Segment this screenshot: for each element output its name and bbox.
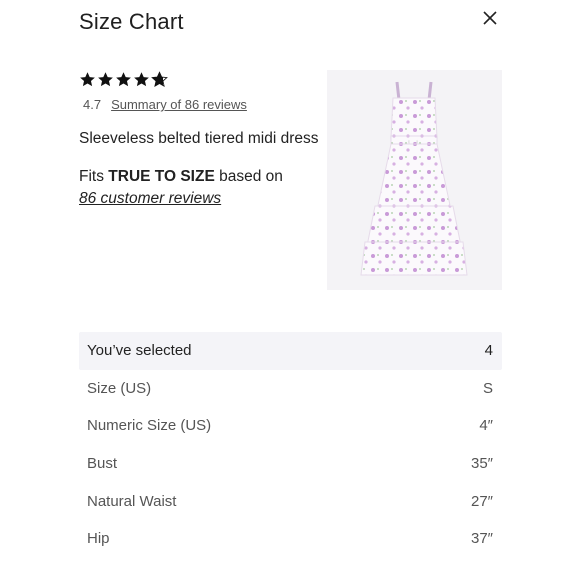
fit-prefix: Fits: [79, 168, 109, 185]
size-table-row: Hip 37″: [79, 520, 502, 558]
star-rating: [79, 71, 168, 88]
reviews-summary-link[interactable]: Summary of 86 reviews: [111, 97, 247, 112]
fit-suffix: based on: [214, 168, 283, 185]
row-label: You’ve selected: [87, 342, 192, 360]
row-value: 35″: [471, 455, 493, 473]
size-table-row: Size (US) S: [79, 370, 502, 408]
star-icon: [80, 72, 95, 87]
fit-value: TRUE TO SIZE: [108, 168, 215, 185]
row-label: Numeric Size (US): [87, 417, 212, 435]
customer-reviews-link[interactable]: 86 customer reviews: [79, 188, 283, 210]
star-partial-icon: [151, 71, 168, 88]
rating-value: 4.7: [83, 97, 102, 112]
selected-size-row: You’ve selected 4: [79, 332, 502, 370]
row-value: 4″: [479, 417, 493, 435]
product-name: Sleeveless belted tiered midi dress: [79, 130, 319, 147]
size-table-row: Numeric Size (US) 4″: [79, 407, 502, 445]
star-icon: [116, 72, 131, 87]
close-icon[interactable]: [481, 9, 499, 27]
size-table-row: Natural Waist 27″: [79, 482, 502, 520]
row-value: S: [482, 379, 493, 397]
row-value: 37″: [471, 530, 493, 548]
row-label: Natural Waist: [87, 492, 177, 510]
size-table-row: Bust 35″: [79, 445, 502, 483]
row-label: Hip: [87, 530, 110, 548]
row-value: 27″: [471, 492, 493, 510]
fit-line: Fits TRUE TO SIZE based on: [79, 166, 283, 188]
row-label: Bust: [87, 455, 118, 473]
row-value: 4: [484, 342, 493, 360]
fit-summary: Fits TRUE TO SIZE based on 86 customer r…: [79, 166, 283, 210]
star-icon: [134, 72, 149, 87]
product-image: [327, 70, 502, 290]
size-table: You’ve selected 4 Size (US) S Numeric Size (…: [79, 332, 502, 558]
star-icon: [98, 72, 113, 87]
row-label: Size (US): [87, 379, 152, 397]
modal-title: Size Chart: [79, 9, 184, 34]
rating-summary: 4.7 Summary of 86 reviews: [83, 97, 247, 112]
